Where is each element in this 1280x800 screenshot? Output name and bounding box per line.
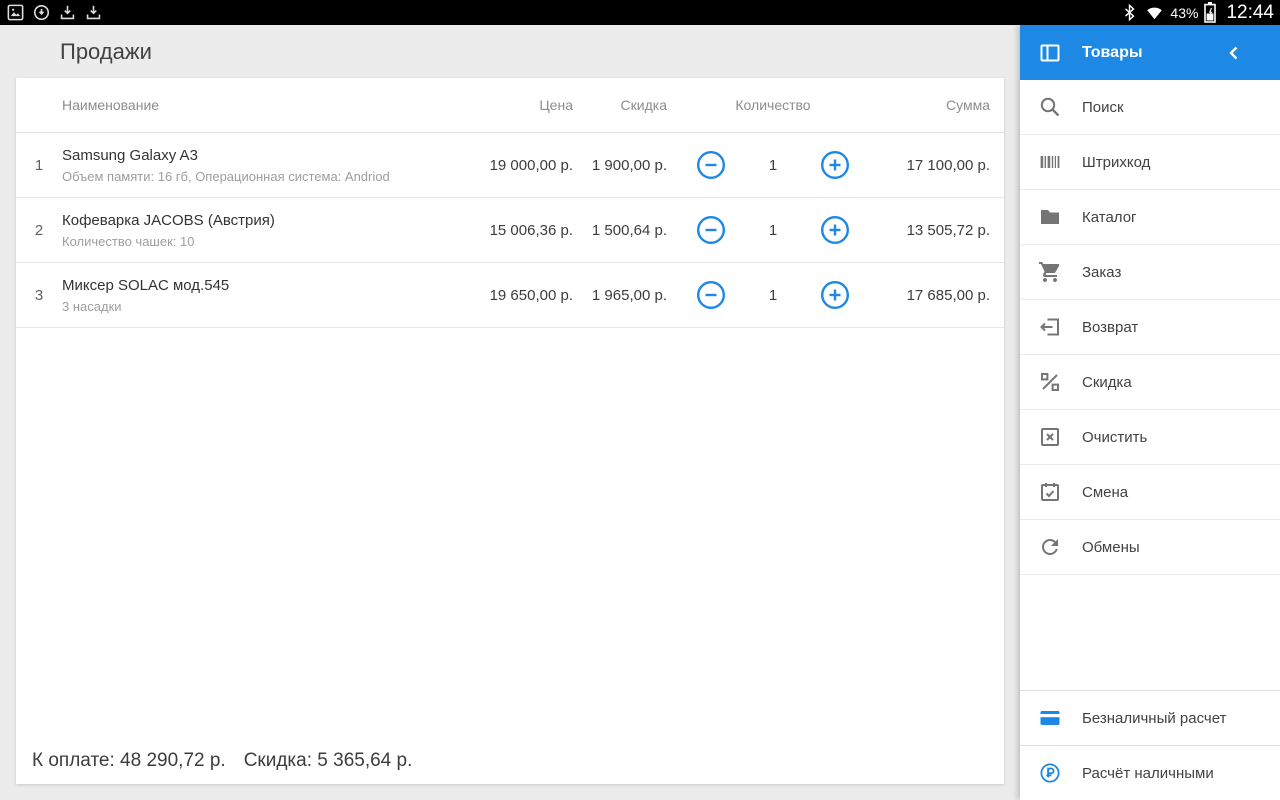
price-cell: 19 000,00 р. xyxy=(453,157,573,174)
battery-icon xyxy=(1204,2,1216,23)
sidebar-item-label: Заказ xyxy=(1082,264,1121,281)
sidebar-item-label: Очистить xyxy=(1082,429,1147,446)
decrease-quantity-button[interactable] xyxy=(696,280,726,310)
discount-cell: 1 965,00 р. xyxy=(573,287,667,304)
total-payable: К оплате: 48 290,72 р. xyxy=(32,750,226,772)
increase-quantity-button[interactable] xyxy=(820,280,850,310)
page-title: Продажи xyxy=(60,39,152,65)
products-icon xyxy=(1038,41,1062,65)
product-description: 3 насадки xyxy=(62,299,441,314)
increase-quantity-button[interactable] xyxy=(820,215,850,245)
sidebar-item-return[interactable]: Возврат xyxy=(1020,300,1280,355)
sidebar-item-shift[interactable]: Смена xyxy=(1020,465,1280,520)
page-header: Продажи xyxy=(0,25,1020,78)
sidebar-spacer xyxy=(1020,575,1280,690)
total-discount: Скидка: 5 365,64 р. xyxy=(244,750,413,772)
product-name: Samsung Galaxy A3 xyxy=(62,147,441,164)
sidebar-title: Товары xyxy=(1082,44,1222,62)
sum-cell: 17 100,00 р. xyxy=(879,157,990,174)
sum-cell: 17 685,00 р. xyxy=(879,287,990,304)
col-sum: Сумма xyxy=(879,97,990,113)
barcode-icon xyxy=(1038,150,1062,174)
sidebar-item-label: Безналичный расчет xyxy=(1082,710,1226,727)
discount-cell: 1 900,00 р. xyxy=(573,157,667,174)
clear-icon xyxy=(1038,425,1062,449)
screenshot-icon xyxy=(84,3,103,22)
sidebar-item-label: Штрихкод xyxy=(1082,154,1150,171)
gallery-icon xyxy=(6,3,25,22)
percent-icon xyxy=(1038,370,1062,394)
status-bar: 43% 12:44 xyxy=(0,0,1280,25)
chevron-left-icon[interactable] xyxy=(1222,41,1246,65)
sidebar-item-label: Обмены xyxy=(1082,539,1140,556)
table-row[interactable]: 2 Кофеварка JACOBS (Австрия) Количество … xyxy=(16,198,1004,263)
table-header-row: Наименование Цена Скидка Количество Сумм… xyxy=(16,78,1004,133)
sidebar-item-discount[interactable]: Скидка xyxy=(1020,355,1280,410)
product-description: Количество чашек: 10 xyxy=(62,234,441,249)
price-cell: 15 006,36 р. xyxy=(453,222,573,239)
return-icon xyxy=(1038,315,1062,339)
product-name: Миксер SOLAC мод.545 xyxy=(62,277,441,294)
quantity-value: 1 xyxy=(755,157,791,174)
cart-icon xyxy=(1038,260,1062,284)
sidebar-item-clear[interactable]: Очистить xyxy=(1020,410,1280,465)
refresh-icon xyxy=(1038,535,1062,559)
price-cell: 19 650,00 р. xyxy=(453,287,573,304)
screenshot-icon xyxy=(58,3,77,22)
sidebar-item-search[interactable]: Поиск xyxy=(1020,80,1280,135)
sidebar-item-label: Поиск xyxy=(1082,99,1124,116)
status-indicators: 43% 12:44 xyxy=(1120,2,1274,24)
table-row[interactable]: 1 Samsung Galaxy A3 Объем памяти: 16 гб,… xyxy=(16,133,1004,198)
increase-quantity-button[interactable] xyxy=(820,150,850,180)
sales-panel: Продажи Наименование Цена Скидка Количес… xyxy=(0,25,1020,800)
calendar-check-icon xyxy=(1038,480,1062,504)
sidebar-item-label: Скидка xyxy=(1082,374,1132,391)
sidebar-item-label: Расчёт наличными xyxy=(1082,765,1214,782)
battery-percent: 43% xyxy=(1170,5,1198,21)
col-quantity: Количество xyxy=(667,97,879,113)
bluetooth-icon xyxy=(1120,3,1139,22)
card-icon xyxy=(1038,706,1062,730)
sidebar-item-cashless-payment[interactable]: Безналичный расчет xyxy=(1020,690,1280,745)
folder-icon xyxy=(1038,205,1062,229)
quantity-value: 1 xyxy=(755,222,791,239)
sidebar-menu: Товары Поиск Штрихкод Каталог Заказ xyxy=(1020,25,1280,800)
col-discount: Скидка xyxy=(573,97,667,113)
sidebar-item-catalog[interactable]: Каталог xyxy=(1020,190,1280,245)
ruble-circle-icon xyxy=(1038,761,1062,785)
col-name: Наименование xyxy=(62,97,453,113)
discount-cell: 1 500,64 р. xyxy=(573,222,667,239)
search-icon xyxy=(1038,95,1062,119)
sales-table-card: Наименование Цена Скидка Количество Сумм… xyxy=(16,78,1004,784)
sidebar-item-label: Смена xyxy=(1082,484,1128,501)
sidebar-item-order[interactable]: Заказ xyxy=(1020,245,1280,300)
product-description: Объем памяти: 16 гб, Операционная систем… xyxy=(62,169,441,184)
sidebar-item-label: Возврат xyxy=(1082,319,1138,336)
sidebar-item-exchanges[interactable]: Обмены xyxy=(1020,520,1280,575)
row-number: 2 xyxy=(16,222,62,239)
wifi-icon xyxy=(1145,3,1164,22)
row-number: 1 xyxy=(16,157,62,174)
totals-bar: К оплате: 48 290,72 р. Скидка: 5 365,64 … xyxy=(32,750,412,772)
sidebar-item-label: Каталог xyxy=(1082,209,1137,226)
product-name: Кофеварка JACOBS (Австрия) xyxy=(62,212,441,229)
sidebar-item-cash-payment[interactable]: Расчёт наличными xyxy=(1020,745,1280,800)
decrease-quantity-button[interactable] xyxy=(696,215,726,245)
table-row[interactable]: 3 Миксер SOLAC мод.545 3 насадки 19 650,… xyxy=(16,263,1004,328)
update-circle-icon xyxy=(32,3,51,22)
sidebar-header-products[interactable]: Товары xyxy=(1020,25,1280,80)
decrease-quantity-button[interactable] xyxy=(696,150,726,180)
sidebar-item-barcode[interactable]: Штрихкод xyxy=(1020,135,1280,190)
clock: 12:44 xyxy=(1226,2,1274,24)
quantity-value: 1 xyxy=(755,287,791,304)
row-number: 3 xyxy=(16,287,62,304)
col-price: Цена xyxy=(453,97,573,113)
sum-cell: 13 505,72 р. xyxy=(879,222,990,239)
notification-icons xyxy=(6,3,103,22)
